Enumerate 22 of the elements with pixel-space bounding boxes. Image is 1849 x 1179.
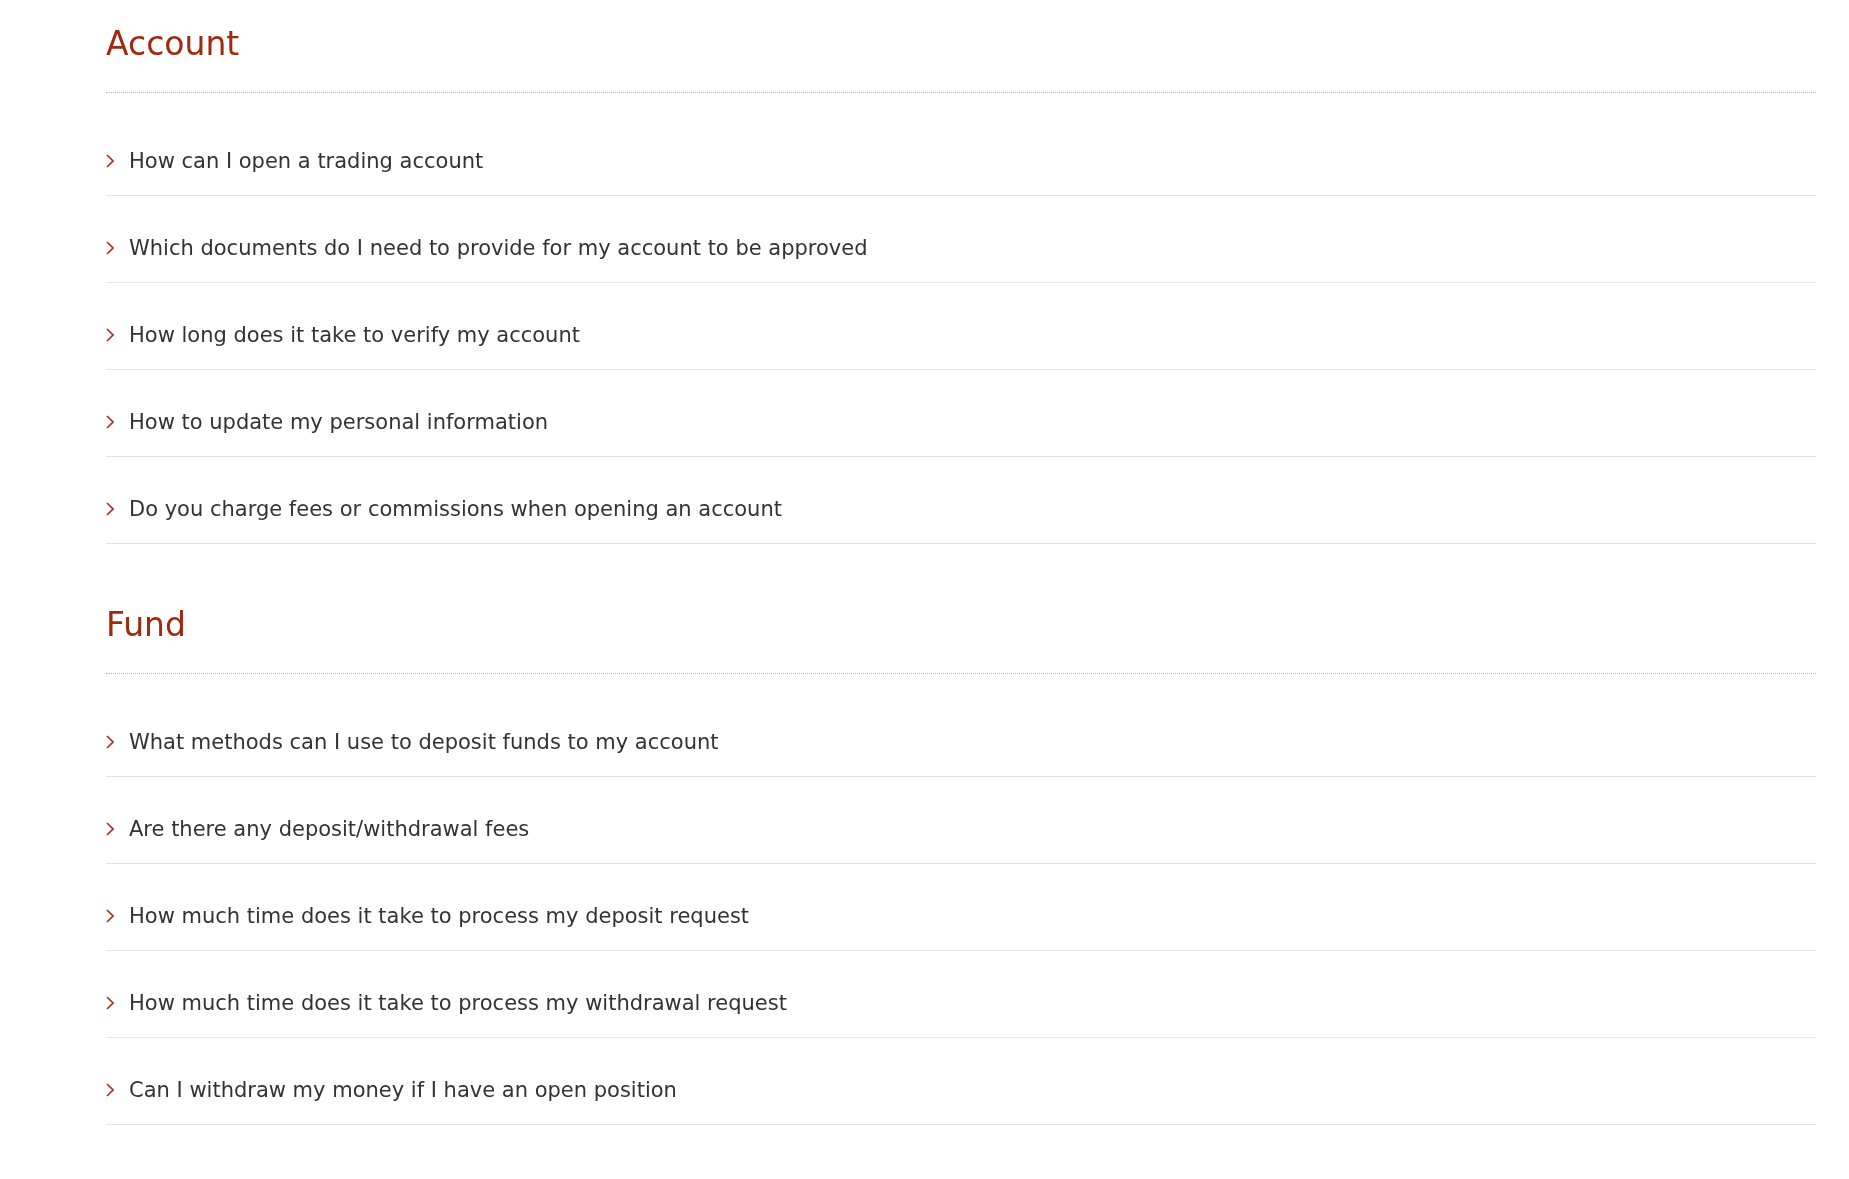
- chevron-icon[interactable]: [106, 822, 114, 836]
- chevron-icon[interactable]: [106, 735, 114, 749]
- faq-question[interactable]: How can I open a trading account: [129, 146, 484, 176]
- chevron-icon[interactable]: [106, 154, 114, 168]
- faq-question[interactable]: What methods can I use to deposit funds to my account: [129, 727, 719, 757]
- faq-question[interactable]: How to update my personal information: [129, 407, 549, 437]
- chevron-icon[interactable]: [106, 241, 114, 255]
- faq-question[interactable]: Do you charge fees or commissions when opening an account: [129, 494, 782, 524]
- faq-question[interactable]: How much time does it take to process my withdrawal request: [129, 988, 787, 1018]
- chevron-icon[interactable]: [106, 909, 114, 923]
- chevron-icon[interactable]: [106, 996, 114, 1010]
- section-heading: Account: [106, 23, 240, 65]
- chevron-icon[interactable]: [106, 415, 114, 429]
- chevron-icon[interactable]: [106, 328, 114, 342]
- chevron-icon[interactable]: [106, 1083, 114, 1097]
- faq-question[interactable]: Can I withdraw my money if I have an open position: [129, 1075, 677, 1105]
- faq-question[interactable]: Are there any deposit/withdrawal fees: [129, 814, 530, 844]
- chevron-icon[interactable]: [106, 502, 114, 516]
- faq-question[interactable]: How much time does it take to process my deposit request: [129, 901, 750, 931]
- section-heading: Fund: [106, 604, 186, 646]
- faq-question[interactable]: Which documents do I need to provide for my account to be approved: [129, 233, 868, 263]
- faq-question[interactable]: How long does it take to verify my account: [129, 320, 580, 350]
